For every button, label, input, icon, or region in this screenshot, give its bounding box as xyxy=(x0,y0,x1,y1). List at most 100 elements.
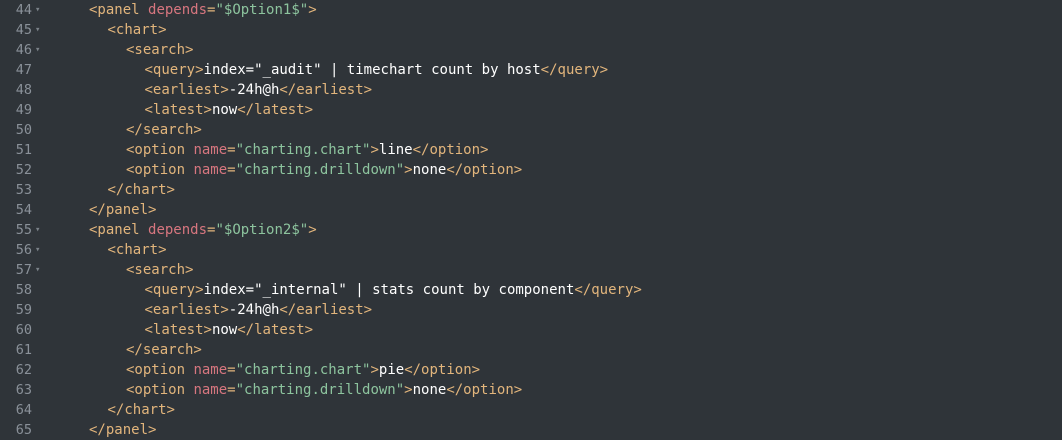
line-number: 62 xyxy=(15,362,32,378)
text-content: now xyxy=(211,322,238,338)
code-text: <panel depends="$Option2$"> xyxy=(89,220,317,240)
code-line[interactable]: 45 ▾ <chart> xyxy=(0,20,1062,40)
line-number: 44 xyxy=(15,2,32,18)
code-line[interactable]: 52 <option name="charting.drilldown">none… xyxy=(0,160,1062,180)
xml-attribute: name xyxy=(193,162,228,178)
code-line[interactable]: 63 <option name="charting.drilldown">none… xyxy=(0,380,1062,400)
code-line[interactable]: 57 ▾ <search> xyxy=(0,260,1062,280)
code-text: <chart> xyxy=(108,20,167,40)
line-number: 45 xyxy=(15,22,32,38)
fold-toggle-icon[interactable]: ▾ xyxy=(35,20,45,40)
line-number: 53 xyxy=(15,182,32,198)
line-number: 50 xyxy=(15,122,32,138)
xml-tag: </query> xyxy=(540,62,609,78)
code-line[interactable]: 60 <latest>now</latest> xyxy=(0,320,1062,340)
xml-tag: <option xyxy=(126,142,194,158)
code-text: <search> xyxy=(126,260,193,280)
text-content: line xyxy=(378,142,413,158)
xml-tag: </latest> xyxy=(237,102,314,118)
text-content: -24h@h xyxy=(228,302,280,318)
xml-tag: <earliest> xyxy=(144,82,229,98)
code-line[interactable]: 59 <earliest>-24h@h</earliest> xyxy=(0,300,1062,320)
xml-attribute: depends xyxy=(148,2,208,18)
code-line[interactable]: 51 <option name="charting.chart">line</op… xyxy=(0,140,1062,160)
code-line[interactable]: 61 </search> xyxy=(0,340,1062,360)
line-number: 61 xyxy=(15,342,32,358)
xml-tag: </earliest> xyxy=(279,82,373,98)
xml-tag: <panel xyxy=(89,222,149,238)
xml-string: "charting.drilldown" xyxy=(235,162,405,178)
code-line[interactable]: 48 <earliest>-24h@h</earliest> xyxy=(0,80,1062,100)
code-line[interactable]: 46 ▾ <search> xyxy=(0,40,1062,60)
xml-tag: <option xyxy=(126,382,194,398)
code-text: </chart> xyxy=(108,400,175,420)
code-line[interactable]: 62 <option name="charting.chart">pie</opt… xyxy=(0,360,1062,380)
fold-toggle-icon[interactable]: ▾ xyxy=(35,240,45,260)
code-text: <option name="charting.chart">line</opti… xyxy=(126,140,488,160)
xml-tag: <search> xyxy=(126,262,194,278)
line-number: 46 xyxy=(15,42,32,58)
xml-tag: </panel> xyxy=(89,422,157,438)
line-number: 57 xyxy=(15,262,32,278)
code-line[interactable]: 54 </panel> xyxy=(0,200,1062,220)
line-number: 48 xyxy=(15,82,32,98)
line-number: 49 xyxy=(15,102,32,118)
code-text: <latest>now</latest> xyxy=(145,320,314,340)
xml-tag: <query> xyxy=(144,282,204,298)
code-line[interactable]: 44 ▾ <panel depends="$Option1$"> xyxy=(0,0,1062,20)
xml-attribute: name xyxy=(193,362,228,378)
code-line[interactable]: 56 ▾ <chart> xyxy=(0,240,1062,260)
code-line[interactable]: 53 </chart> xyxy=(0,180,1062,200)
code-text: <query>index="_internal" | stats count b… xyxy=(145,280,642,300)
xml-tag: </earliest> xyxy=(279,302,373,318)
xml-tag: <search> xyxy=(126,42,194,58)
code-text: <search> xyxy=(126,40,193,60)
code-text: <option name="charting.drilldown">none</… xyxy=(126,160,522,180)
xml-tag: <chart> xyxy=(107,242,167,258)
code-line[interactable]: 64 </chart> xyxy=(0,400,1062,420)
code-line[interactable]: 49 <latest>now</latest> xyxy=(0,100,1062,120)
code-line[interactable]: 47 <query>index="_audit" | timechart coun… xyxy=(0,60,1062,80)
xml-tag: </option> xyxy=(446,382,523,398)
fold-toggle-icon[interactable]: ▾ xyxy=(35,220,45,240)
xml-string: "$Option2$" xyxy=(215,222,309,238)
text-content: none xyxy=(412,382,447,398)
line-number: 54 xyxy=(15,202,32,218)
code-text: </panel> xyxy=(89,200,156,220)
code-text: </search> xyxy=(126,120,202,140)
xml-tag: <latest> xyxy=(144,322,212,338)
xml-string: "charting.chart" xyxy=(235,142,371,158)
xml-tag: </option> xyxy=(404,362,481,378)
xml-tag: </search> xyxy=(126,342,202,358)
xml-tag: > xyxy=(404,162,413,178)
fold-toggle-icon[interactable]: ▾ xyxy=(35,260,45,280)
xml-string: "charting.chart" xyxy=(235,362,371,378)
code-line[interactable]: 65 </panel> xyxy=(0,420,1062,440)
code-text: <chart> xyxy=(108,240,167,260)
xml-tag: = xyxy=(227,162,236,178)
code-editor[interactable]: 44 ▾ <panel depends="$Option1$"> 45 ▾ <chart>… xyxy=(0,0,1062,440)
text-content: none xyxy=(412,162,447,178)
code-text: </panel> xyxy=(89,420,156,440)
xml-tag: > xyxy=(370,142,379,158)
code-line[interactable]: 55 ▾ <panel depends="$Option2$"> xyxy=(0,220,1062,240)
line-number: 65 xyxy=(15,422,32,438)
text-content: index="_audit" | timechart count by host xyxy=(203,62,541,78)
code-text: <earliest>-24h@h</earliest> xyxy=(145,80,373,100)
xml-tag: = xyxy=(227,142,236,158)
fold-toggle-icon[interactable]: ▾ xyxy=(35,40,45,60)
code-line[interactable]: 58 <query>index="_internal" | stats count… xyxy=(0,280,1062,300)
code-text: <option name="charting.chart">pie</optio… xyxy=(126,360,480,380)
code-text: <earliest>-24h@h</earliest> xyxy=(145,300,373,320)
code-text: </search> xyxy=(126,340,202,360)
text-content: now xyxy=(211,102,238,118)
line-number: 55 xyxy=(15,222,32,238)
xml-tag: <panel xyxy=(89,2,149,18)
xml-tag: > xyxy=(308,2,317,18)
code-line[interactable]: 50 </search> xyxy=(0,120,1062,140)
xml-attribute: name xyxy=(193,382,228,398)
line-number: 59 xyxy=(15,302,32,318)
xml-tag: </query> xyxy=(574,282,642,298)
xml-tag: </option> xyxy=(412,142,489,158)
fold-toggle-icon[interactable]: ▾ xyxy=(35,0,45,20)
